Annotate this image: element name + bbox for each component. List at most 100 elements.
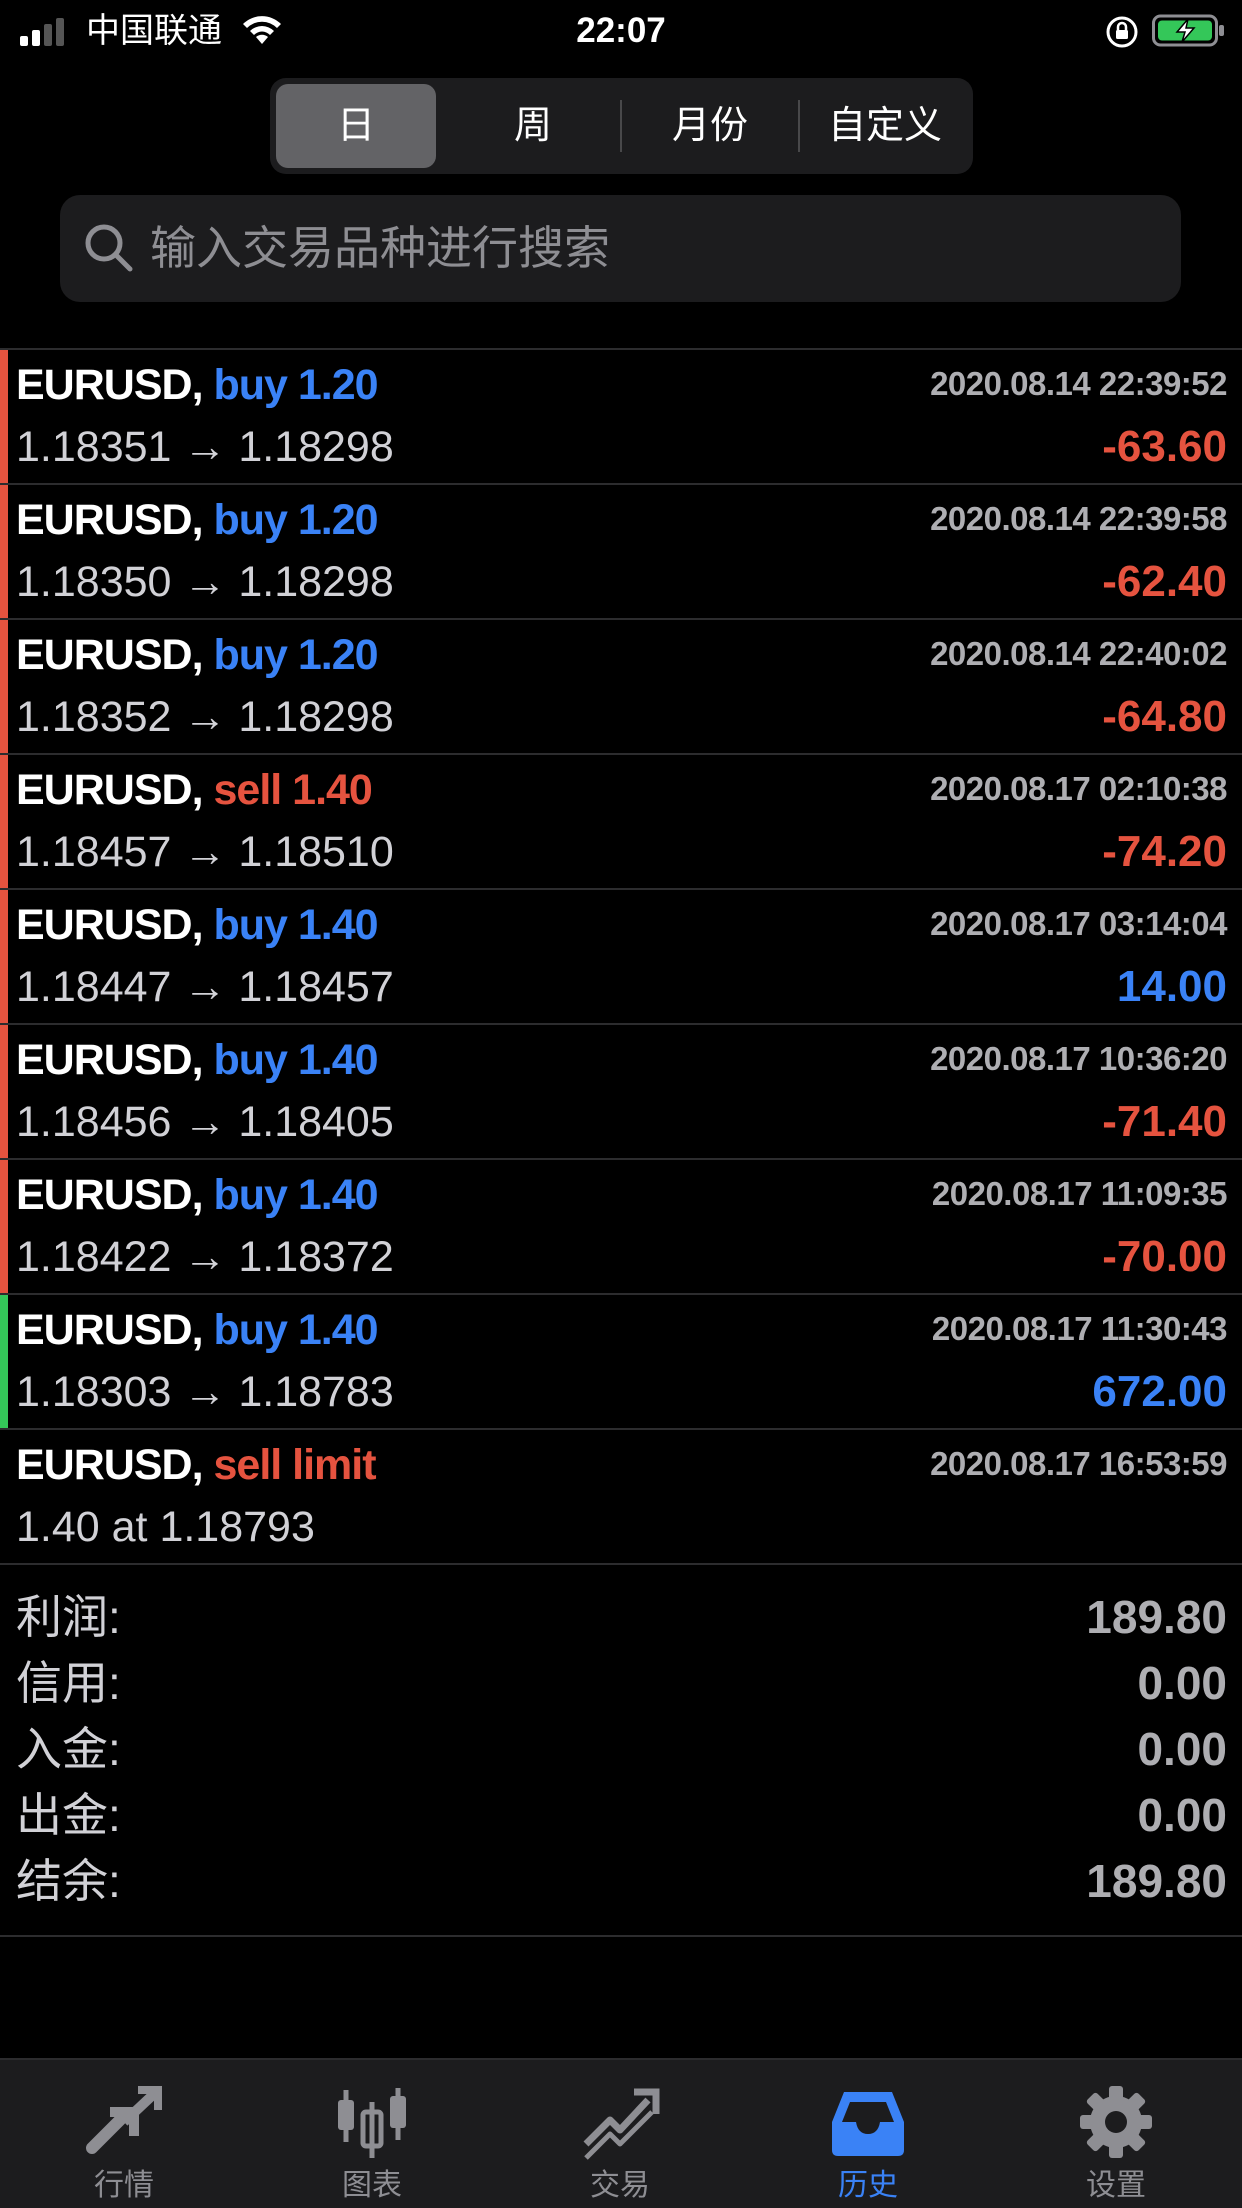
trade-profit: -62.40 [1102,557,1227,606]
trade-prices: 1.18457 → 1.18510 [16,828,394,876]
trade-datetime: 2020.08.14 22:39:58 [930,500,1227,537]
trade-symbol: EURUSD, [16,1171,204,1219]
trade-symbol: EURUSD, [16,1441,204,1489]
tab-day[interactable]: 日 [276,84,436,168]
trade-datetime: 2020.08.17 03:14:04 [930,905,1227,942]
trade-action: buy 1.40 [213,1306,378,1354]
trade-symbol: EURUSD, [16,496,204,544]
tab-month[interactable]: 月份 [624,84,796,168]
result-indicator-bar [0,485,8,618]
trade-history-list: EURUSD, buy 1.20 2020.08.14 22:39:52 1.1… [0,348,1242,1937]
tab-label: 图表 [342,2169,402,2202]
tab-week[interactable]: 周 [448,84,618,168]
summary-credit-row: 信用: 0.00 [0,1653,1242,1719]
settings-gear-icon [1080,2086,1152,2158]
trade-row[interactable]: EURUSD, buy 1.40 2020.08.17 03:14:04 1.1… [0,888,1242,1023]
tab-settings[interactable]: 设置 [992,2060,1240,2208]
bottom-tab-bar: 行情 图表 交易 历史 设置 [0,2058,1242,2208]
rotation-lock-icon [1106,16,1138,48]
tab-custom[interactable]: 自定义 [802,84,968,168]
trade-profit: -70.00 [1102,1232,1227,1281]
trade-action: buy 1.40 [213,1036,378,1084]
summary-label: 结余: [16,1855,121,1907]
trade-profit: 672.00 [1092,1367,1227,1416]
trade-datetime: 2020.08.14 22:39:52 [930,365,1227,402]
trade-prices: 1.18447 → 1.18457 [16,963,394,1011]
trade-symbol-line: EURUSD, buy 1.20 [16,495,379,545]
trade-row[interactable]: EURUSD, sell 1.40 2020.08.17 02:10:38 1.… [0,753,1242,888]
search-placeholder[interactable]: 输入交易品种进行搜索 [150,195,610,302]
trade-trend-icon [583,2088,660,2160]
trade-datetime: 2020.08.17 11:30:43 [931,1310,1228,1347]
status-bar: 中国联通 22:07 [0,0,1242,62]
result-indicator-bar [0,620,8,753]
result-indicator-bar [0,1430,8,1563]
trade-prices: 1.18456 → 1.18405 [16,1098,394,1146]
trade-profit: 14.00 [1116,962,1227,1011]
trade-prices: 1.18352 → 1.18298 [16,693,394,741]
tab-quotes[interactable]: 行情 [0,2060,248,2208]
trade-symbol: EURUSD, [16,631,204,679]
summary-value: 0.00 [1137,1789,1227,1841]
tab-label: 历史 [838,2169,898,2202]
trade-action: buy 1.40 [213,901,378,949]
trade-symbol: EURUSD, [16,361,204,409]
segment-divider [620,100,622,152]
tab-label: 设置 [1086,2169,1146,2202]
summary-profit-row: 利润: 189.80 [0,1587,1242,1653]
trade-symbol: EURUSD, [16,1036,204,1084]
trade-profit: -63.60 [1102,422,1227,471]
result-indicator-bar [0,890,8,1023]
trade-prices: 1.40 at 1.18793 [16,1503,315,1551]
result-indicator-bar [0,1160,8,1293]
trade-action: buy 1.20 [213,361,378,409]
tab-chart[interactable]: 图表 [248,2060,496,2208]
trade-datetime: 2020.08.17 10:36:20 [930,1040,1227,1077]
trade-symbol-line: EURUSD, buy 1.40 [16,1035,379,1085]
trade-symbol-line: EURUSD, buy 1.20 [16,360,379,410]
summary-balance-row: 结余: 189.80 [0,1851,1242,1917]
search-icon [85,224,133,272]
trade-row[interactable]: EURUSD, buy 1.40 2020.08.17 11:30:43 1.1… [0,1293,1242,1428]
trade-datetime: 2020.08.17 11:09:35 [931,1175,1228,1212]
summary-label: 信用: [16,1657,121,1709]
trade-row[interactable]: EURUSD, buy 1.20 2020.08.14 22:40:02 1.1… [0,618,1242,753]
summary-label: 入金: [16,1723,121,1775]
trade-row[interactable]: EURUSD, sell limit 2020.08.17 16:53:59 1… [0,1428,1242,1563]
trade-symbol-line: EURUSD, sell 1.40 [16,765,373,815]
trade-action: buy 1.20 [213,496,378,544]
trade-symbol-line: EURUSD, buy 1.40 [16,900,379,950]
summary-withdrawal-row: 出金: 0.00 [0,1785,1242,1851]
trade-profit: -64.80 [1102,692,1227,741]
tab-label: 行情 [94,2169,154,2202]
period-segmented-control: 日 周 月份 自定义 [270,78,973,174]
trade-prices: 1.18351 → 1.18298 [16,423,394,471]
trade-symbol-line: EURUSD, buy 1.40 [16,1305,379,1355]
trade-prices: 1.18303 → 1.18783 [16,1368,394,1416]
trade-action: buy 1.40 [213,1171,378,1219]
trade-action: sell 1.40 [213,766,372,814]
trade-symbol: EURUSD, [16,766,204,814]
trade-row[interactable]: EURUSD, buy 1.20 2020.08.14 22:39:58 1.1… [0,483,1242,618]
trade-symbol-line: EURUSD, buy 1.20 [16,630,379,680]
summary-value: 189.80 [1086,1591,1227,1643]
tab-trade[interactable]: 交易 [496,2060,744,2208]
search-field[interactable]: 输入交易品种进行搜索 [60,195,1181,302]
trade-prices: 1.18350 → 1.18298 [16,558,394,606]
trade-row[interactable]: EURUSD, buy 1.40 2020.08.17 11:09:35 1.1… [0,1158,1242,1293]
result-indicator-bar [0,755,8,888]
summary-deposit-row: 入金: 0.00 [0,1719,1242,1785]
summary-value: 0.00 [1137,1657,1227,1709]
tab-history[interactable]: 历史 [744,2060,992,2208]
trade-row[interactable]: EURUSD, buy 1.20 2020.08.14 22:39:52 1.1… [0,348,1242,483]
trade-datetime: 2020.08.17 16:53:59 [930,1445,1227,1482]
trade-row[interactable]: EURUSD, buy 1.40 2020.08.17 10:36:20 1.1… [0,1023,1242,1158]
summary-value: 189.80 [1086,1855,1227,1907]
trade-symbol-line: EURUSD, buy 1.40 [16,1170,379,1220]
summary-label: 利润: [16,1591,121,1643]
trade-datetime: 2020.08.17 02:10:38 [930,770,1227,807]
account-summary: 利润: 189.80 信用: 0.00 入金: 0.00 出金: 0.00 结余… [0,1563,1242,1937]
candlestick-chart-icon [338,2088,406,2158]
trade-action: buy 1.20 [213,631,378,679]
history-inbox-icon [832,2092,904,2156]
